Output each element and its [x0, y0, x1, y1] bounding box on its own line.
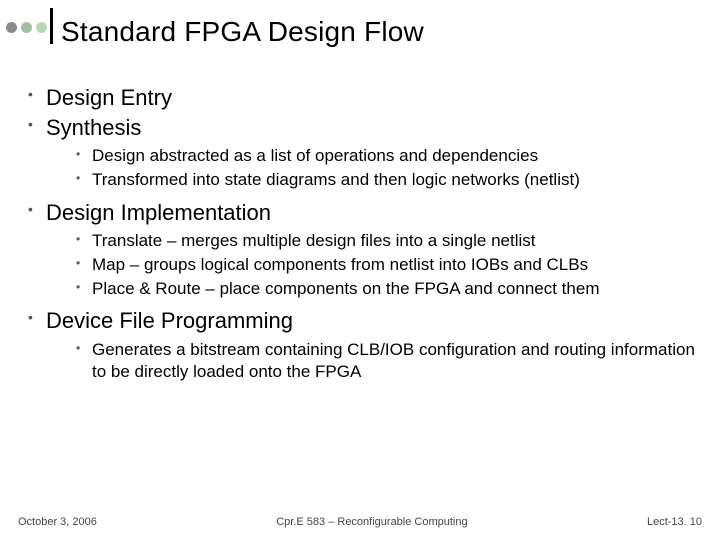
list-item: Synthesis Design abstracted as a list of…: [22, 114, 698, 191]
bullet-text: Design Implementation: [46, 200, 271, 225]
bullet-text: Map – groups logical components from net…: [92, 255, 588, 274]
bullet-text: Design abstracted as a list of operation…: [92, 146, 538, 165]
sub-list: Design abstracted as a list of operation…: [46, 145, 698, 191]
list-item: Transformed into state diagrams and then…: [46, 169, 698, 191]
dot-icon: [6, 22, 17, 33]
dot-icon: [21, 22, 32, 33]
list-item: Translate – merges multiple design files…: [46, 230, 698, 252]
slide-title: Standard FPGA Design Flow: [0, 16, 720, 48]
bullet-text: Place & Route – place components on the …: [92, 279, 599, 298]
bullet-text: Translate – merges multiple design files…: [92, 231, 535, 250]
vertical-bar-icon: [50, 8, 53, 44]
sub-list: Translate – merges multiple design files…: [46, 230, 698, 299]
list-item: Design abstracted as a list of operation…: [46, 145, 698, 167]
bullet-list: Design Entry Synthesis Design abstracted…: [22, 84, 698, 382]
bullet-text: Synthesis: [46, 115, 141, 140]
slide-footer: October 3, 2006 Cpr.E 583 – Reconfigurab…: [0, 516, 720, 528]
bullet-text: Generates a bitstream containing CLB/IOB…: [92, 340, 695, 381]
slide-body: Design Entry Synthesis Design abstracted…: [0, 48, 720, 382]
footer-date: October 3, 2006: [18, 516, 97, 528]
list-item: Map – groups logical components from net…: [46, 254, 698, 276]
dot-icon: [36, 22, 47, 33]
decor-dots: [0, 22, 47, 33]
list-item: Design Implementation Translate – merges…: [22, 199, 698, 300]
list-item: Place & Route – place components on the …: [46, 278, 698, 300]
footer-course: Cpr.E 583 – Reconfigurable Computing: [276, 516, 467, 528]
list-item: Device File Programming Generates a bits…: [22, 307, 698, 382]
footer-slide-number: Lect-13. 10: [647, 516, 702, 528]
list-item: Generates a bitstream containing CLB/IOB…: [46, 339, 698, 383]
bullet-text: Device File Programming: [46, 308, 293, 333]
slide-header: Standard FPGA Design Flow: [0, 0, 720, 48]
sub-list: Generates a bitstream containing CLB/IOB…: [46, 339, 698, 383]
bullet-text: Transformed into state diagrams and then…: [92, 170, 580, 189]
bullet-text: Design Entry: [46, 85, 172, 110]
list-item: Design Entry: [22, 84, 698, 112]
